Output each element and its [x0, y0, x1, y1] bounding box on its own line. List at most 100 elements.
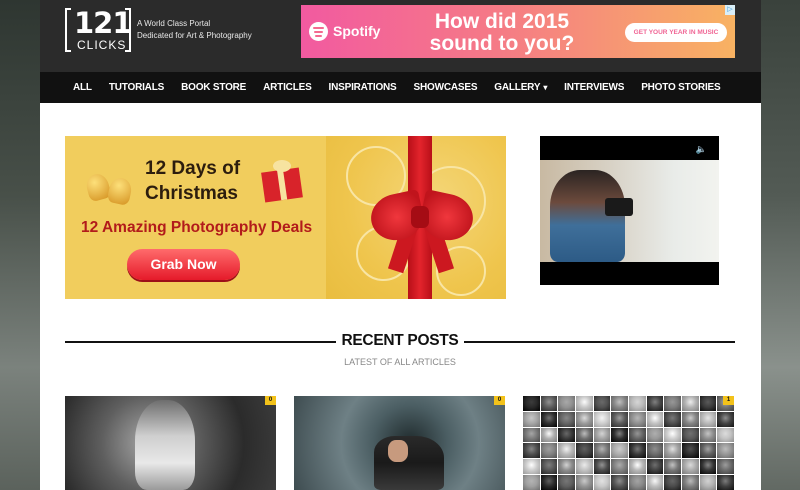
portrait-tile [628, 475, 646, 490]
portrait-tile [523, 459, 540, 475]
banner-subtitle: 12 Amazing Photography Deals [81, 219, 313, 236]
portrait-tile [611, 459, 628, 475]
video-player[interactable]: 🔈 [540, 136, 719, 285]
nav-item-label: ARTICLES [263, 82, 312, 93]
portrait-tile [664, 475, 681, 490]
portrait-tile [628, 396, 646, 411]
portrait-tile [646, 427, 664, 443]
nav-item-label: INTERVIEWS [564, 82, 625, 93]
nav-item-book-store[interactable]: BOOK STORE [181, 82, 246, 93]
nav-item-label: TUTORIALS [108, 82, 165, 93]
portrait-tile [646, 396, 664, 411]
portrait-tile [699, 475, 717, 490]
banner-title: 12 Days of Christmas [145, 156, 240, 206]
adchoices-icon[interactable]: ▷ [725, 5, 735, 15]
gift-box-icon [261, 158, 303, 203]
nav-item-label: BOOK STORE [181, 82, 247, 93]
section-subtitle: LATEST OF ALL ARTICLES [344, 357, 456, 367]
nav-item-label: ALL [73, 82, 92, 93]
portrait-tile [646, 459, 664, 475]
portrait-tile [699, 443, 717, 459]
nav-item-tutorials[interactable]: TUTORIALS [109, 82, 164, 93]
portrait-tile [593, 396, 611, 411]
main-navigation: ALL TUTORIALS BOOK STORE ARTICLES INSPIR… [40, 72, 761, 103]
nav-item-gallery[interactable]: GALLERY ▾ [494, 82, 547, 93]
nav-item-interviews[interactable]: INTERVIEWS [564, 82, 624, 93]
camera-icon [605, 198, 633, 216]
portrait-tile [593, 427, 611, 443]
portrait-tile [717, 411, 734, 427]
portrait-tile [558, 443, 575, 459]
portrait-tile [681, 459, 699, 475]
site-logo[interactable]: 121 CLICKS [65, 6, 133, 54]
portrait-tile [593, 475, 611, 490]
portrait-tile [628, 411, 646, 427]
nav-item-articles[interactable]: ARTICLES [263, 82, 312, 93]
portrait-tile [558, 475, 575, 490]
post-card[interactable]: 0 [294, 396, 505, 490]
logo-number: 121 [74, 6, 133, 40]
grab-now-button[interactable]: Grab Now [127, 249, 240, 280]
ad-headline-line-2: sound to you? [429, 32, 575, 55]
portrait-tile [575, 411, 593, 427]
portrait-tile [558, 427, 575, 443]
portrait-tile [681, 443, 699, 459]
nav-item-inspirations[interactable]: INSPIRATIONS [329, 82, 397, 93]
portrait-tile [646, 443, 664, 459]
portrait-tile [575, 475, 593, 490]
ad-brand: Spotify [333, 23, 381, 39]
logo-bracket-left [65, 8, 71, 52]
tagline-line-1: A World Class Portal [137, 19, 211, 28]
site-tagline: A World Class Portal Dedicated for Art &… [137, 18, 252, 42]
background-scenery-right [761, 0, 800, 490]
portrait-tile [717, 459, 734, 475]
portrait-tile [646, 475, 664, 490]
portrait-tile [575, 427, 593, 443]
portrait-tile [523, 443, 540, 459]
portrait-tile [558, 396, 575, 411]
portrait-tile [664, 459, 681, 475]
chevron-down-icon: ▾ [543, 83, 548, 92]
comment-count-badge: 0 [494, 396, 505, 405]
portrait-tile [540, 475, 558, 490]
christmas-deals-banner[interactable]: 12 Days of Christmas 12 Amazing Photogra… [65, 136, 506, 299]
nav-item-all[interactable]: ALL [73, 82, 92, 93]
ad-cta-button[interactable]: GET YOUR YEAR IN MUSIC [625, 23, 727, 42]
nav-item-label: PHOTO STORIES [641, 82, 721, 93]
portrait-tile [540, 459, 558, 475]
logo-bracket-right [125, 8, 131, 52]
portrait-tile [611, 427, 628, 443]
portrait-tile [540, 443, 558, 459]
tagline-line-2: Dedicated for Art & Photography [137, 31, 252, 40]
portrait-tile [699, 427, 717, 443]
nav-item-photo-stories[interactable]: PHOTO STORIES [641, 82, 720, 93]
logo-word: CLICKS [77, 38, 127, 52]
ad-headline-line-1: How did 2015 [434, 10, 570, 33]
portrait-tile [681, 411, 699, 427]
portrait-tile [523, 396, 540, 411]
nav-item-label: SHOWCASES [413, 82, 478, 93]
portrait-tile [646, 411, 664, 427]
portrait-tile [593, 411, 611, 427]
portrait-tile [681, 475, 699, 490]
top-advertisement[interactable]: Spotify How did 2015 sound to you? GET Y… [301, 5, 735, 58]
portrait-tile [523, 475, 540, 490]
post-thumbnail-figure [374, 436, 444, 490]
spotify-icon [309, 22, 328, 41]
portrait-tile [681, 427, 699, 443]
portrait-tile [717, 443, 734, 459]
heading-rule-right [464, 341, 735, 343]
speaker-icon[interactable]: 🔈 [696, 144, 707, 155]
portrait-tile [628, 459, 646, 475]
nav-item-showcases[interactable]: SHOWCASES [414, 82, 478, 93]
portrait-tile [611, 411, 628, 427]
portrait-tile [575, 396, 593, 411]
recent-posts-list: 0 0 1 [65, 396, 735, 490]
page-container: 121 CLICKS A World Class Portal Dedicate… [40, 0, 761, 490]
portrait-tile [540, 411, 558, 427]
post-card[interactable]: 0 [65, 396, 276, 490]
portrait-tile [664, 443, 681, 459]
post-card[interactable]: 1 [523, 396, 734, 490]
portrait-tile [699, 459, 717, 475]
portrait-tile [664, 427, 681, 443]
